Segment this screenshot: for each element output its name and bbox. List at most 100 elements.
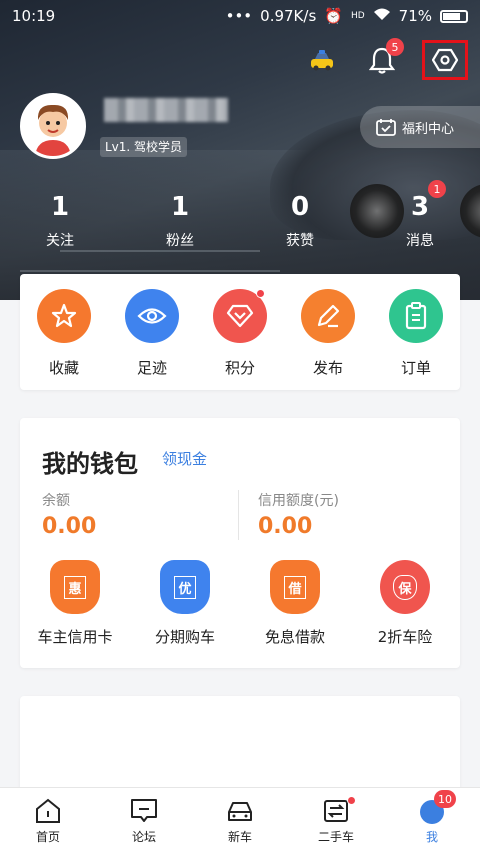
header-actions: 5 [302,38,468,80]
insurance-shield-icon: 保 [380,560,430,614]
welfare-label: 福利中心 [402,121,455,137]
stat-label: 粉丝 [166,233,194,249]
service-label: 分期购车 [154,628,215,646]
network-speed: 0.97K/s [260,7,317,25]
action-icon-bg [301,288,355,343]
light-streak [20,270,280,272]
me-badge: 10 [434,790,456,808]
stat-messages[interactable]: 3 消息 1 [360,180,480,250]
exchange-icon [324,800,348,822]
action-footprints[interactable]: 足迹 [112,288,192,378]
battery-percent: 71% [398,7,432,25]
stat-likes[interactable]: 0 获赞 [240,190,360,250]
stat-label: 消息 [406,233,434,249]
calendar-check-icon [376,119,396,136]
welfare-center-button[interactable]: 福利中心 [360,106,480,148]
get-cash-link[interactable]: 领现金 [162,448,207,469]
settings-button[interactable] [422,40,468,80]
light-streak [60,250,260,252]
signal-label: HD [350,11,365,21]
forum-icon [131,799,157,822]
avatar[interactable] [20,93,86,159]
credit-value[interactable]: 0.00 [258,514,312,539]
messages-badge: 1 [428,180,446,198]
taxi-icon [311,50,333,71]
status-time: 10:19 [12,7,56,25]
level-tag: Lv1. 驾校学员 [100,137,188,157]
action-icon-bg [37,288,91,343]
action-points[interactable]: 积分 [200,288,280,378]
car-icon [228,802,252,821]
wallet-divider [238,490,239,540]
eye-icon [137,307,167,324]
action-label: 足迹 [136,358,167,377]
action-label: 订单 [400,358,431,377]
stat-value: 1 [170,192,190,222]
action-label: 收藏 [48,358,79,377]
action-icon-bg [389,288,443,343]
service-label: 免息借款 [264,628,325,646]
credit-label: 信用额度(元) [258,493,339,509]
wallet-card: 我的钱包 领现金 余额 0.00 信用额度(元) 0.00 惠 车主信用卡 优 … [20,418,460,668]
service-label: 2折车险 [377,628,433,646]
stat-label: 关注 [46,233,74,249]
service-insurance[interactable]: 保 2折车险 [350,560,460,647]
discount-shield-icon: 惠 [50,560,100,614]
diamond-icon [226,304,254,327]
home-icon [36,798,60,823]
service-credit-card[interactable]: 惠 车主信用卡 [20,560,130,647]
stat-label: 获赞 [286,233,314,249]
stat-following[interactable]: 1 关注 [0,190,120,250]
status-bar: 10:19 ••• 0.97K/s ⏰ HD 71% [0,0,480,32]
action-label: 发布 [312,358,343,377]
battery-icon [440,9,468,23]
points-red-dot [256,288,265,298]
action-icon-bg [125,288,179,343]
nav-home[interactable]: 首页 [0,788,96,853]
service-installment[interactable]: 优 分期购车 [130,560,240,647]
balance-value[interactable]: 0.00 [42,514,96,539]
action-publish[interactable]: 发布 [288,288,368,378]
nav-label: 首页 [35,830,60,844]
star-icon [51,303,77,327]
nav-used-car[interactable]: 二手车 [288,788,384,853]
service-label: 车主信用卡 [37,628,113,646]
alarm-icon: ⏰ [324,7,343,25]
action-label: 积分 [224,358,255,377]
notification-badge: 5 [386,38,404,56]
service-loan[interactable]: 借 免息借款 [240,560,350,647]
stat-followers[interactable]: 1 粉丝 [120,190,240,250]
avatar-illustration [23,96,83,156]
nav-me[interactable]: 10 我 [384,788,480,853]
bottom-navigation: 首页 论坛 新车 二手车 10 我 [0,787,480,853]
nav-forum[interactable]: 论坛 [96,788,192,853]
status-dots: ••• [225,7,253,25]
notification-button[interactable]: 5 [362,38,404,80]
stat-value: 3 [410,192,430,222]
action-favorites[interactable]: 收藏 [24,288,104,378]
wifi-icon [373,7,391,25]
profile-stats: 1 关注 1 粉丝 0 获赞 3 消息 1 [0,180,480,250]
action-orders[interactable]: 订单 [376,288,456,378]
wallet-title: 我的钱包 [42,450,138,478]
pencil-icon [317,304,340,327]
settings-hexagon-icon [432,48,458,72]
nav-new-car[interactable]: 新车 [192,788,288,853]
quick-actions-card: 收藏 足迹 积分 发布 订单 [20,274,460,390]
nav-label: 新车 [227,830,252,844]
ticket-shield-icon: 借 [270,560,320,614]
taxi-button[interactable] [302,40,342,80]
stat-value: 0 [290,192,310,222]
car-deal-shield-icon: 优 [160,560,210,614]
service-glyph: 借 [284,575,306,599]
action-icon-bg [213,288,267,343]
used-car-red-dot [347,796,356,805]
nav-label: 二手车 [317,830,354,844]
username-obscured [104,98,228,122]
balance-label: 余额 [42,493,70,509]
stat-value: 1 [50,192,70,222]
service-glyph: 优 [174,575,196,599]
service-glyph: 惠 [64,575,86,599]
clipboard-icon [405,301,427,329]
nav-label: 我 [425,830,438,844]
